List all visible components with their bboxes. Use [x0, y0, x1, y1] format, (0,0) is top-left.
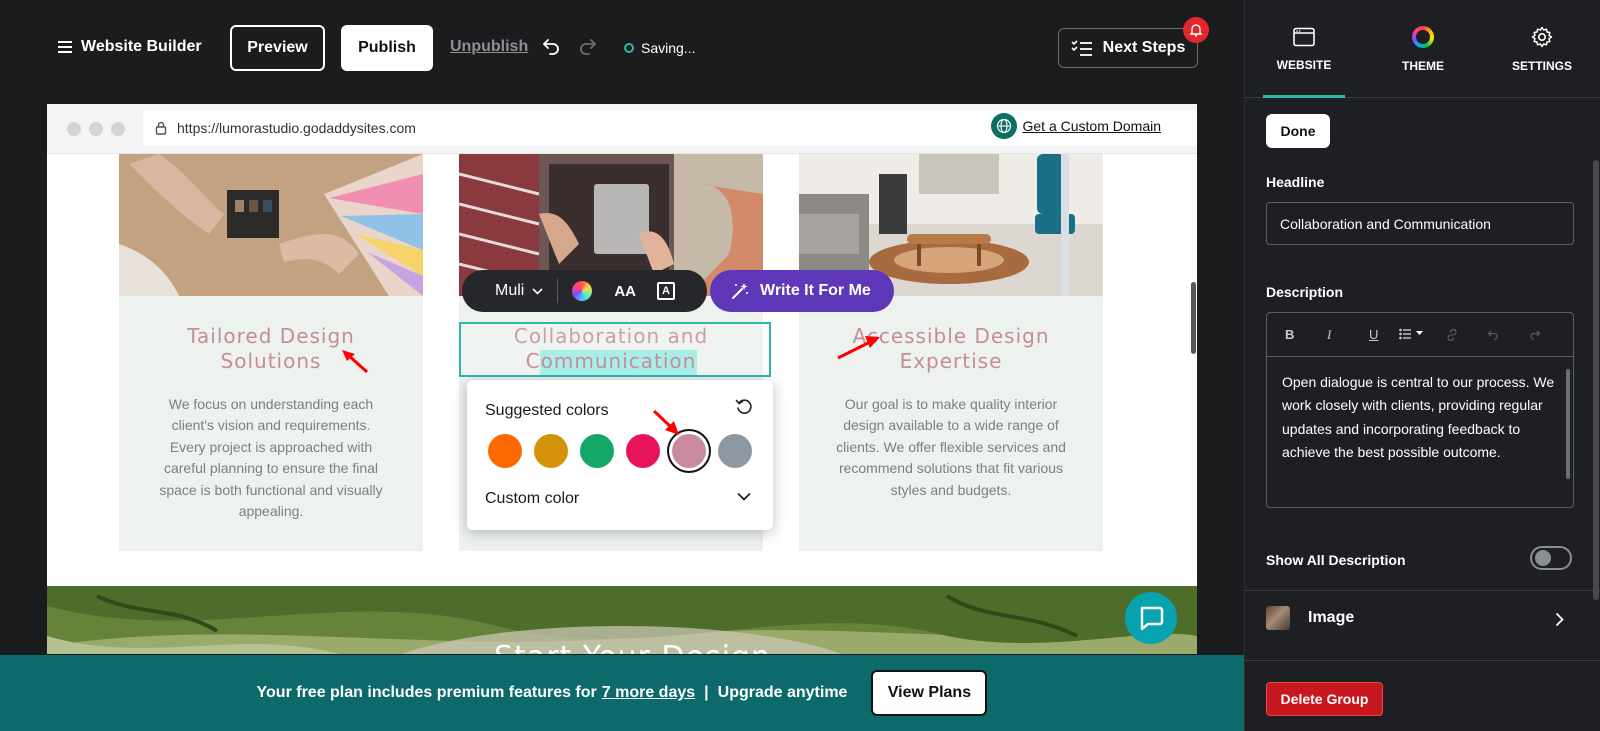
write-it-for-me-label: Write It For Me: [760, 282, 871, 299]
delete-group-button[interactable]: Delete Group: [1266, 682, 1383, 716]
card-title[interactable]: Tailored Design Solutions: [119, 324, 423, 374]
next-section-banner: Start Your Design: [47, 586, 1197, 654]
main-menu-button[interactable]: Website Builder: [58, 38, 202, 56]
banner-separator: |: [704, 684, 709, 701]
headline-label: Headline: [1266, 174, 1325, 190]
card-description[interactable]: Our goal is to make quality interior des…: [835, 394, 1067, 501]
done-button[interactable]: Done: [1266, 114, 1330, 148]
write-it-for-me-button[interactable]: Write It For Me: [710, 270, 894, 312]
image-label: Image: [1308, 609, 1355, 626]
annotation-arrow-icon: [837, 336, 880, 360]
image-row[interactable]: Image: [1266, 606, 1354, 630]
view-plans-button[interactable]: View Plans: [871, 670, 988, 716]
font-name: Muli: [495, 282, 525, 299]
show-all-description-toggle[interactable]: [1530, 546, 1572, 570]
italic-button[interactable]: I: [1327, 327, 1331, 343]
custom-color-toggle[interactable]: Custom color: [485, 490, 579, 508]
save-status-text: Saving...: [641, 40, 696, 56]
chevron-right-icon[interactable]: [1555, 612, 1564, 627]
panel-scrollbar[interactable]: [1593, 160, 1599, 600]
text-size-icon[interactable]: AA: [614, 283, 636, 300]
window-dots: [67, 122, 125, 136]
trial-days-link[interactable]: 7 more days: [602, 684, 695, 702]
image-thumbnail: [1266, 606, 1290, 630]
next-steps-label: Next Steps: [1102, 39, 1186, 56]
toolbar-divider: [557, 279, 559, 303]
panel-tabs: WEBSITE THEME SETTINGS: [1245, 0, 1600, 98]
upgrade-text: Upgrade anytime: [717, 684, 848, 701]
preview-scrollbar[interactable]: [1191, 282, 1196, 354]
description-editor[interactable]: B I U Open dialogue is central to our pr…: [1266, 312, 1574, 508]
checklist-icon: [1071, 40, 1092, 56]
toggle-knob: [1535, 550, 1551, 566]
globe-icon: [990, 113, 1017, 139]
text-color-icon[interactable]: [572, 281, 593, 301]
browser-url-bar: https://lumorastudio.godaddysites.com Ge…: [47, 104, 1197, 154]
card-photo-swatches: [119, 154, 423, 296]
custom-domain-link[interactable]: Get a Custom Domain: [990, 113, 1162, 139]
color-swatch-pink-selected[interactable]: [672, 434, 706, 468]
show-all-description-label: Show All Description: [1266, 552, 1406, 568]
preview-button[interactable]: Preview: [230, 25, 325, 71]
link-icon[interactable]: [1445, 328, 1459, 342]
undo-icon[interactable]: [542, 36, 562, 56]
theme-ring-icon: [1412, 25, 1434, 48]
color-swatch-green[interactable]: [580, 434, 614, 468]
editor-toolbar: B I U: [1267, 313, 1573, 357]
color-swatch-orange[interactable]: [488, 434, 522, 468]
app-title: Website Builder: [81, 38, 202, 55]
chat-bubble-icon: [1140, 606, 1164, 631]
list-icon[interactable]: [1399, 328, 1425, 340]
chat-button[interactable]: [1125, 592, 1177, 644]
lock-icon: [155, 121, 167, 135]
tab-theme[interactable]: THEME: [1364, 0, 1482, 98]
annotation-arrow-icon: [342, 350, 369, 374]
tab-settings[interactable]: SETTINGS: [1483, 0, 1600, 98]
suggested-colors-title: Suggested colors: [485, 402, 609, 419]
feature-card-1[interactable]: Tailored Design Solutions We focus on und…: [119, 154, 423, 551]
magic-wand-icon: [732, 283, 748, 299]
color-swatch-magenta[interactable]: [626, 434, 660, 468]
underline-button[interactable]: U: [1369, 327, 1378, 342]
redo-icon[interactable]: [1529, 329, 1541, 341]
description-text[interactable]: Open dialogue is central to our process.…: [1282, 371, 1562, 465]
text-style-icon[interactable]: A: [657, 282, 676, 300]
bold-button[interactable]: B: [1285, 327, 1294, 342]
description-label: Description: [1266, 284, 1344, 300]
banner-text: Your free plan includes premium features…: [256, 684, 597, 701]
browser-window-icon: [1293, 27, 1315, 46]
card-description[interactable]: We focus on understanding each client's …: [155, 394, 387, 522]
editor-scrollbar[interactable]: [1566, 369, 1570, 479]
annotation-arrow-icon: [652, 409, 679, 435]
color-swatch-gray[interactable]: [718, 434, 752, 468]
chevron-down-icon: [532, 287, 543, 295]
color-picker-popover: Suggested colors Custom color: [467, 380, 773, 530]
redo-icon[interactable]: [577, 36, 597, 56]
section-divider: [1245, 660, 1600, 661]
color-swatch-mustard[interactable]: [534, 434, 568, 468]
tab-website[interactable]: WEBSITE: [1245, 0, 1363, 98]
upgrade-banner: Your free plan includes premium features…: [0, 655, 1244, 731]
hamburger-icon: [58, 41, 72, 53]
top-bar: Website Builder Preview Publish Unpublis…: [0, 0, 1244, 98]
custom-domain-label: Get a Custom Domain: [1022, 118, 1162, 134]
section-divider: [1245, 590, 1600, 591]
site-url: https://lumorastudio.godaddysites.com: [177, 120, 416, 136]
saving-indicator-icon: [624, 43, 634, 53]
chevron-down-icon[interactable]: [737, 492, 751, 501]
unpublish-link[interactable]: Unpublish: [450, 38, 528, 56]
gear-icon: [1531, 26, 1553, 47]
next-section-title: Start Your Design: [494, 640, 771, 654]
text-format-toolbar: Muli AA A: [462, 270, 707, 312]
undo-icon[interactable]: [1487, 329, 1499, 341]
headline-input[interactable]: Collaboration and Communication: [1266, 202, 1574, 245]
font-dropdown[interactable]: Muli: [495, 282, 543, 300]
next-steps-button[interactable]: Next Steps: [1058, 28, 1198, 68]
reset-color-icon[interactable]: [735, 398, 753, 416]
publish-button[interactable]: Publish: [341, 25, 433, 71]
editor-side-panel: WEBSITE THEME SETTINGS Done Headline Col…: [1244, 0, 1600, 731]
save-status: Saving...: [624, 40, 695, 56]
site-preview-frame: https://lumorastudio.godaddysites.com Ge…: [47, 104, 1197, 654]
notification-bell-icon[interactable]: [1183, 17, 1209, 43]
